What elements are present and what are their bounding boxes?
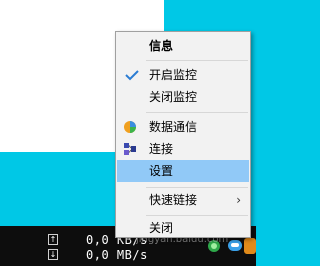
menu-item-quick-links[interactable]: 快速链接 › [117,189,249,211]
menu-item-info[interactable]: 信息 [117,35,249,57]
menu-item-settings[interactable]: 设置 [117,160,249,182]
menu-item-label: 关闭监控 [149,90,198,104]
menu-item-start-monitoring[interactable]: 开启监控 [117,64,249,86]
menu-separator [146,187,248,188]
menu-item-label: 数据通信 [149,120,198,134]
menu-item-data-communication[interactable]: 数据通信 [117,116,249,138]
checkmark-icon [125,70,139,81]
download-speed: 0,0 MB/s [86,247,148,262]
menu-item-label: 信息 [149,39,174,53]
menu-item-label: 设置 [149,164,174,178]
orange-app-icon[interactable] [244,238,256,254]
menu-item-close[interactable]: 关闭 [117,217,249,239]
menu-separator [146,215,248,216]
context-menu: 信息 开启监控 关闭监控 数据通信 连接 设置 快速链接 › 关闭 [115,31,251,238]
data-communication-icon [124,121,136,133]
menu-item-connect[interactable]: 连接 [117,138,249,160]
menu-item-label: 快速链接 [149,193,198,207]
menu-item-label: 连接 [149,142,174,156]
connection-icon [124,143,136,155]
menu-item-label: 关闭 [149,221,174,235]
download-speed-row: ↓ 0,0 MB/s [48,247,148,262]
menu-item-stop-monitoring[interactable]: 关闭监控 [117,86,249,108]
chat-icon[interactable] [228,240,242,251]
download-arrow-icon: ↓ [48,249,58,260]
upload-arrow-icon: ↑ [48,234,58,245]
menu-separator [146,112,248,113]
chevron-right-icon: › [236,193,241,207]
menu-separator [146,60,248,61]
menu-item-label: 开启监控 [149,68,198,82]
